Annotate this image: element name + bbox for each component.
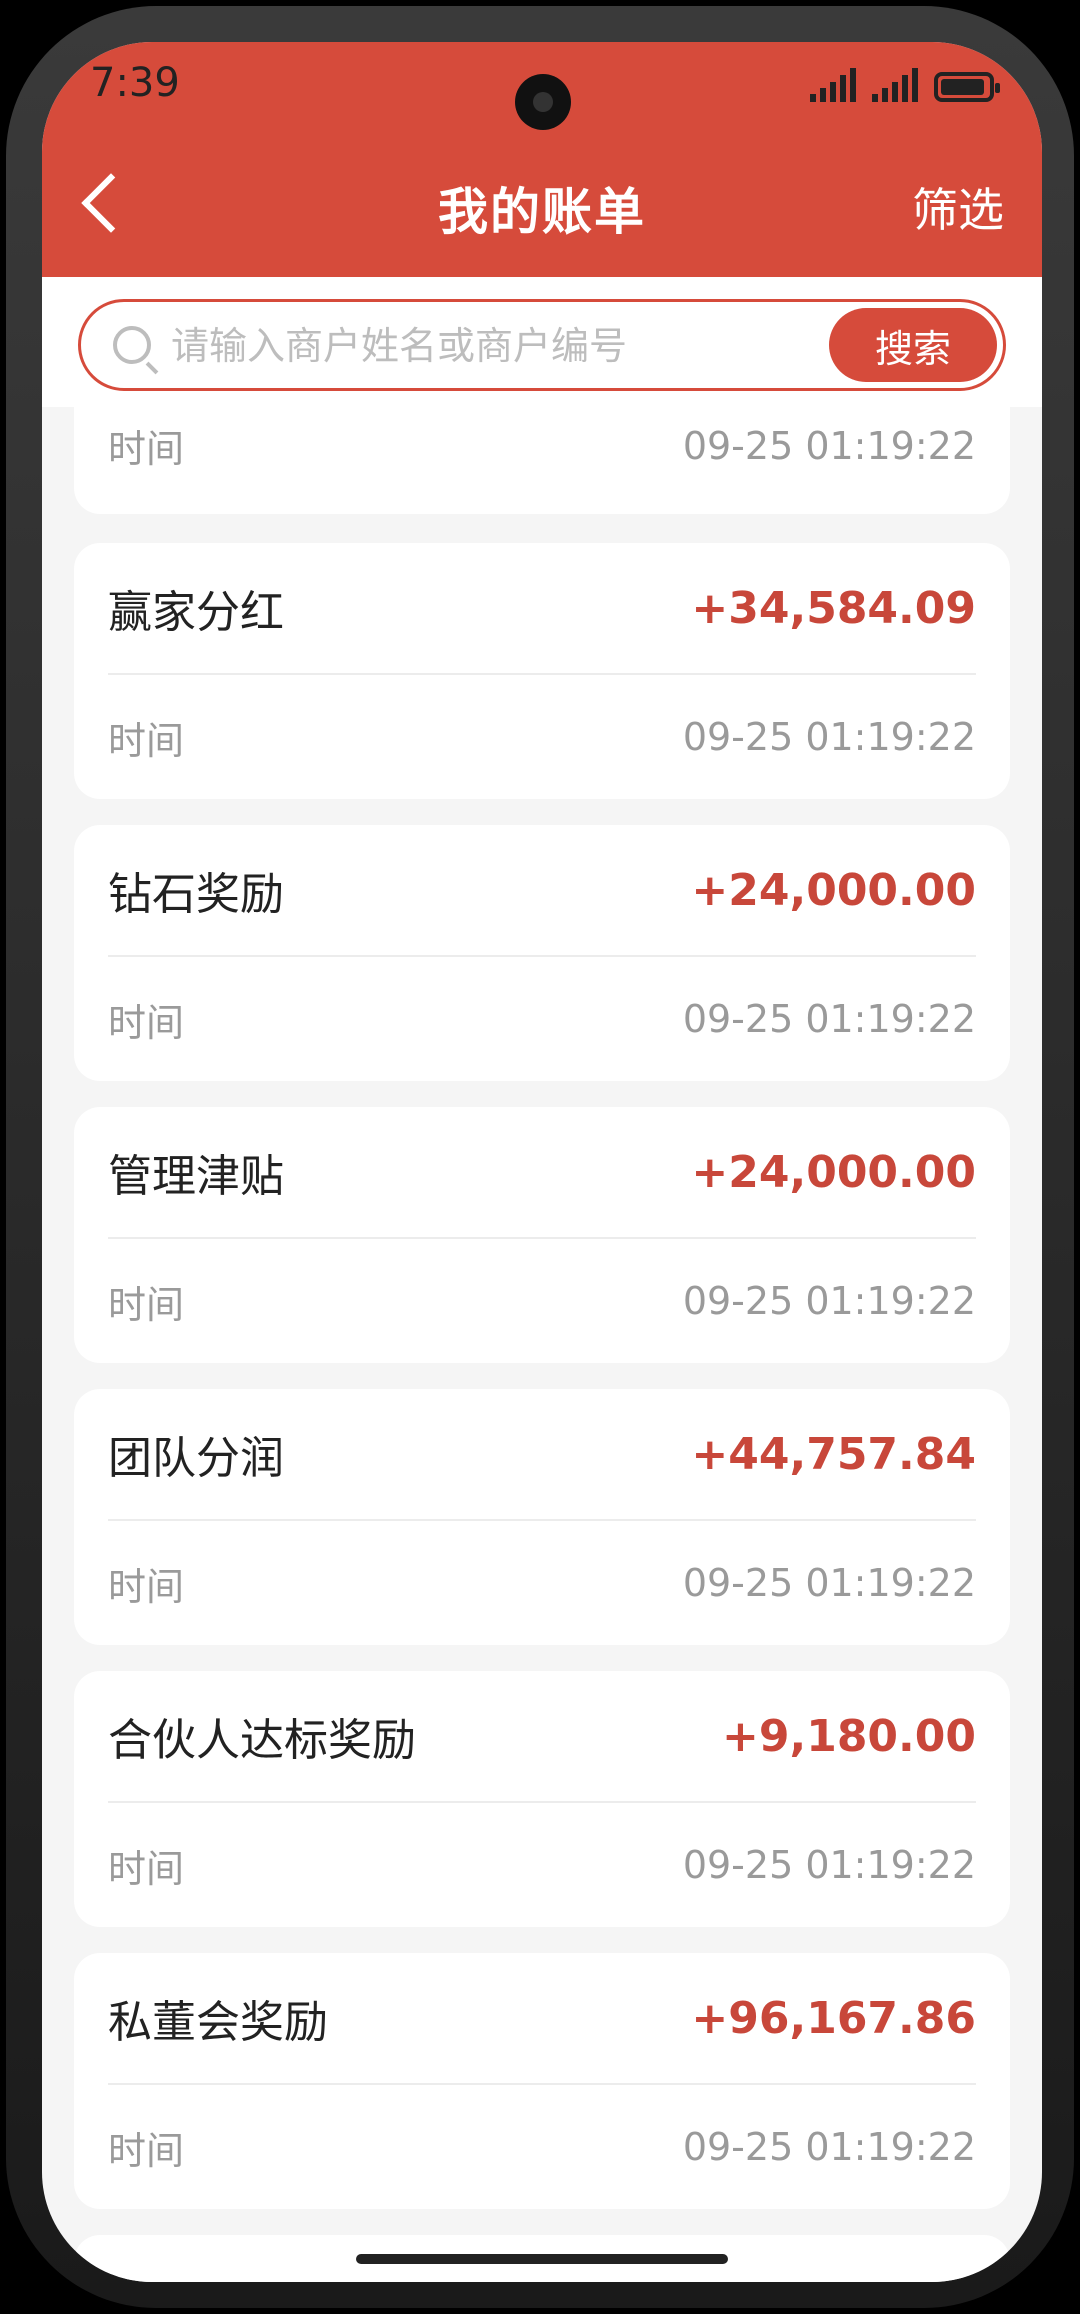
title-row: 赢家分红 +34,584.09 (108, 543, 976, 675)
header-bar: 7:39 我的账单 筛选 (42, 42, 1042, 277)
bill-card[interactable]: 时间 09-25 01:19:22 (74, 407, 1010, 514)
time-row: 时间 09-25 01:19:22 (108, 1521, 976, 1645)
time-value: 09-25 01:19:22 (682, 715, 976, 759)
time-label: 时间 (108, 1564, 185, 1609)
time-label: 时间 (108, 1282, 185, 1327)
front-camera (515, 74, 571, 130)
title-row: 钻石奖励 +24,000.00 (108, 825, 976, 957)
signal-icon (810, 68, 856, 102)
time-value: 09-25 01:19:22 (682, 2125, 976, 2169)
search-bar: 搜索 (42, 277, 1042, 407)
bill-amount: +44,757.84 (691, 1428, 976, 1480)
bill-type: 赢家分红 (108, 587, 284, 638)
title-row: 管理津贴 +24,000.00 (108, 1107, 976, 1239)
bill-amount: +96,167.86 (691, 1992, 976, 2044)
title-row: 合伙人达标奖励 +9,180.00 (108, 1671, 976, 1803)
time-row: 时间 09-25 01:19:22 (108, 675, 976, 799)
bill-card[interactable]: 合伙人达标奖励 +9,180.00 时间 09-25 01:19:22 (74, 1671, 1010, 1927)
title-row: 团队分润 +44,757.84 (108, 1389, 976, 1521)
search-button[interactable]: 搜索 (829, 308, 997, 382)
bill-type: 钻石奖励 (108, 869, 284, 920)
home-indicator[interactable] (356, 2254, 728, 2264)
search-icon (113, 326, 151, 364)
time-row: 时间 09-25 01:19:22 (108, 1239, 976, 1363)
search-input[interactable] (169, 316, 793, 376)
battery-icon (934, 72, 1000, 102)
bill-card[interactable]: 私董会奖励 +96,167.86 时间 09-25 01:19:22 (74, 1953, 1010, 2209)
bill-amount: +24,000.00 (691, 1146, 976, 1198)
time-row: 时间 09-25 01:19:22 (108, 407, 976, 514)
time-label: 时间 (108, 718, 185, 763)
time-label: 时间 (108, 2128, 185, 2173)
bill-amount: +9,180.00 (722, 1710, 976, 1762)
bill-card[interactable]: 钻石奖励 +24,000.00 时间 09-25 01:19:22 (74, 825, 1010, 1081)
title-row: 私董会奖励 +96,167.86 (108, 1953, 976, 2085)
bill-type: 管理津贴 (108, 1151, 284, 1202)
bill-amount: +34,584.09 (691, 582, 976, 634)
time-row: 时间 09-25 01:19:22 (108, 957, 976, 1081)
time-row: 时间 09-25 01:19:22 (108, 2085, 976, 2209)
bill-list[interactable]: 时间 09-25 01:19:22 赢家分红 +34,584.09 时间 09-… (42, 407, 1042, 2282)
time-label: 时间 (108, 1000, 185, 1045)
search-box: 搜索 (78, 299, 1006, 391)
bill-type: 私董会奖励 (108, 1997, 328, 2048)
time-row: 时间 09-25 01:19:22 (108, 1803, 976, 1927)
time-value: 09-25 01:19:22 (682, 423, 976, 468)
phone-frame: 7:39 我的账单 筛选 搜索 (6, 6, 1074, 2308)
screen: 7:39 我的账单 筛选 搜索 (42, 42, 1042, 2282)
bill-amount: +24,000.00 (691, 864, 976, 916)
time-value: 09-25 01:19:22 (682, 1843, 976, 1887)
time-value: 09-25 01:19:22 (682, 1561, 976, 1605)
signal-icon (872, 68, 918, 102)
filter-button[interactable]: 筛选 (912, 174, 1004, 240)
bill-card[interactable]: 赢家分红 +34,584.09 时间 09-25 01:19:22 (74, 543, 1010, 799)
time-value: 09-25 01:19:22 (682, 997, 976, 1041)
status-time: 7:39 (90, 60, 180, 106)
time-value: 09-25 01:19:22 (682, 1279, 976, 1323)
bill-type: 团队分润 (108, 1433, 284, 1484)
status-icons (810, 68, 1000, 102)
time-label: 时间 (108, 1846, 185, 1891)
bill-card[interactable]: 团队分润 +44,757.84 时间 09-25 01:19:22 (74, 1389, 1010, 1645)
page-title: 我的账单 (438, 183, 646, 241)
bill-card[interactable]: 管理津贴 +24,000.00 时间 09-25 01:19:22 (74, 1107, 1010, 1363)
time-label: 时间 (108, 427, 185, 471)
bill-type: 合伙人达标奖励 (108, 1715, 416, 1766)
